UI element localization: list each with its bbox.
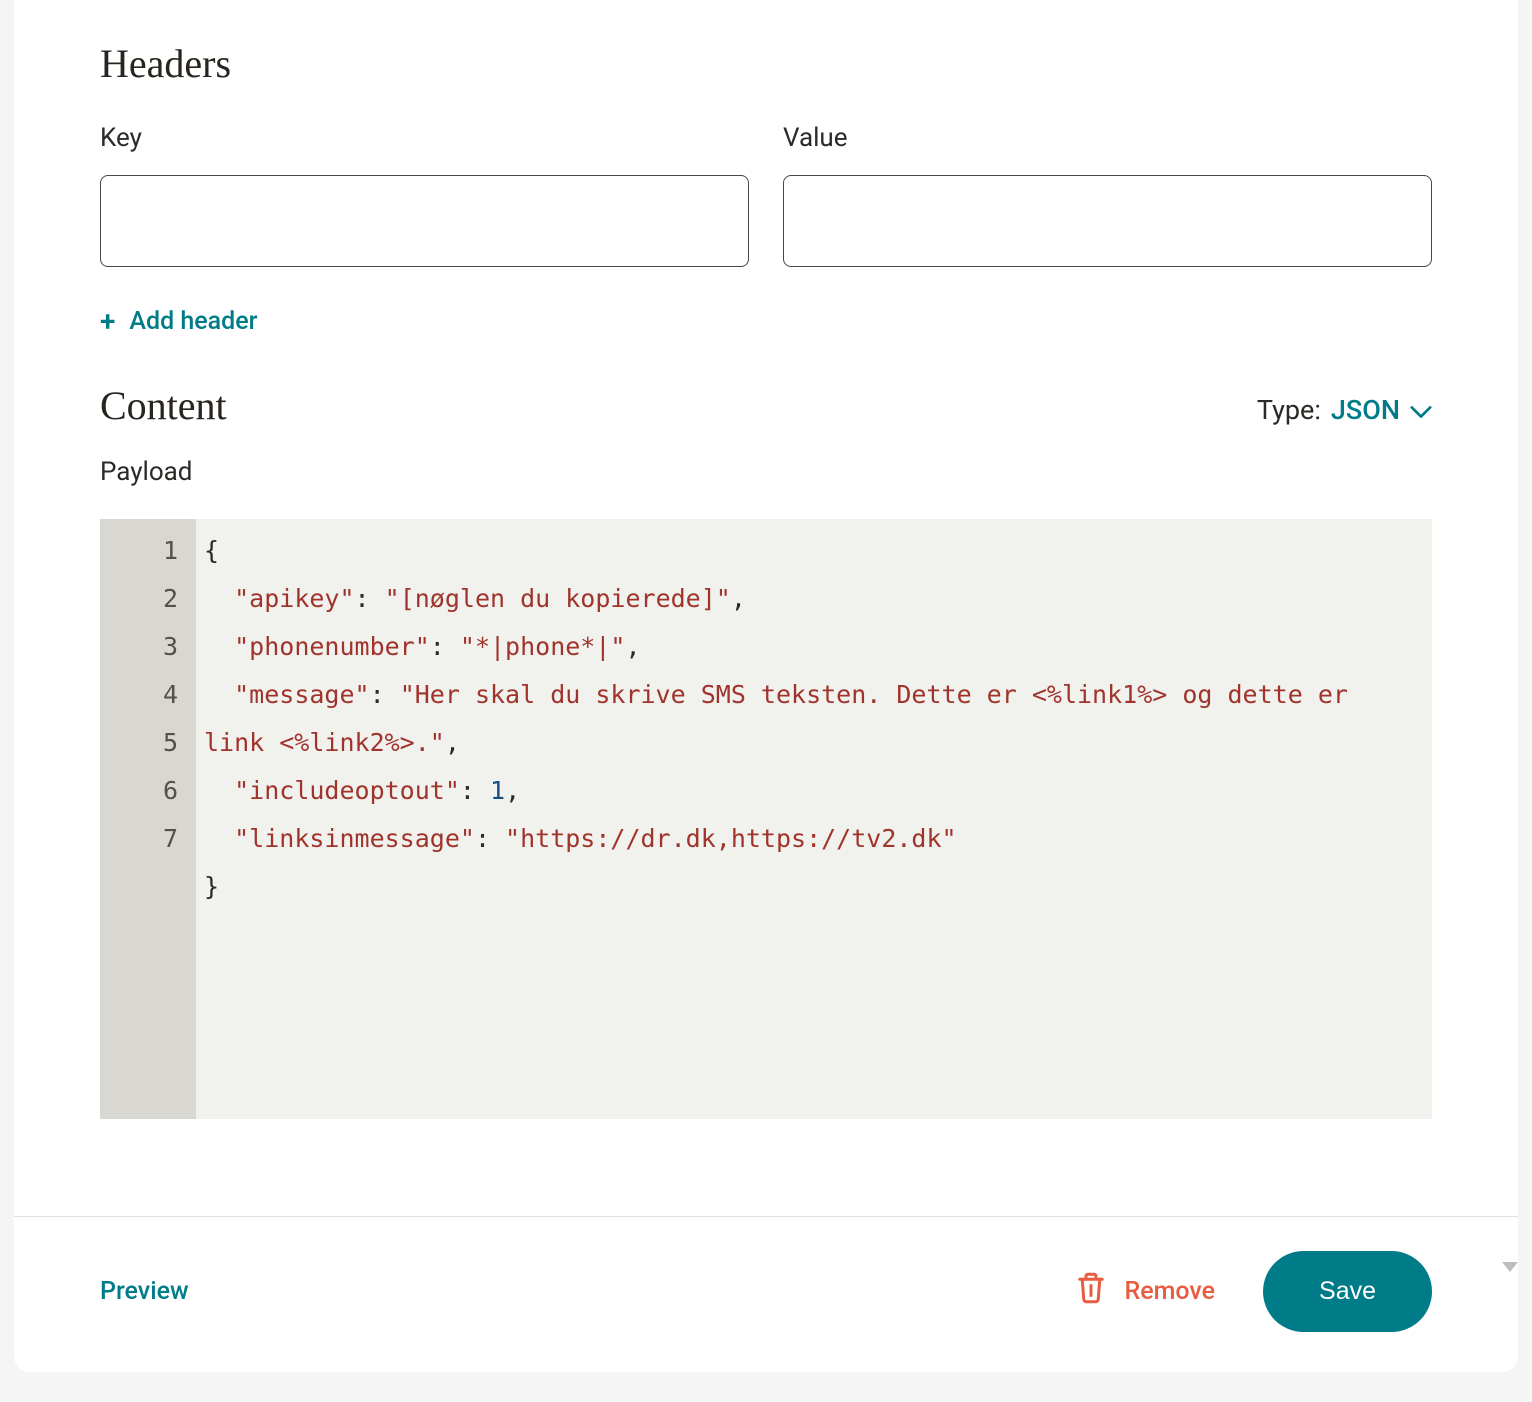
headers-title: Headers [100, 40, 1432, 87]
code-line: "apikey": "[nøglen du kopierede]", [204, 575, 1420, 623]
editor-gutter: 1234567 [100, 519, 196, 1119]
headers-row: Key Value [100, 123, 1432, 267]
footer-right: Remove Save [1076, 1251, 1432, 1332]
code-line: "message": "Her skal du skrive SMS tekst… [204, 671, 1420, 767]
payload-editor[interactable]: 1234567 { "apikey": "[nøglen du kopiered… [100, 519, 1432, 1119]
settings-panel: Headers Key Value + Add header Content T… [14, 0, 1518, 1372]
gutter-line: 5 [100, 719, 184, 767]
trash-icon [1076, 1271, 1106, 1312]
gutter-line: 6 [100, 767, 184, 815]
add-header-label: Add header [129, 307, 257, 336]
gutter-line: 3 [100, 623, 184, 671]
gutter-line: 4 [100, 671, 184, 719]
code-line: "includeoptout": 1, [204, 767, 1420, 815]
save-button[interactable]: Save [1263, 1251, 1432, 1332]
gutter-line: 1 [100, 527, 184, 575]
content-title: Content [100, 382, 227, 429]
scroll-down-indicator[interactable] [1502, 1262, 1518, 1272]
key-column: Key [100, 123, 749, 267]
key-label: Key [100, 123, 749, 153]
gutter-line: 2 [100, 575, 184, 623]
code-line: } [204, 863, 1420, 911]
value-label: Value [783, 123, 1432, 153]
content-type-selector[interactable]: Type: JSON [1257, 394, 1432, 426]
header-key-input[interactable] [100, 175, 749, 267]
code-line: "phonenumber": "*|phone*|", [204, 623, 1420, 671]
payload-label: Payload [100, 457, 1432, 487]
header-value-input[interactable] [783, 175, 1432, 267]
code-line: { [204, 527, 1420, 575]
remove-button[interactable]: Remove [1076, 1271, 1215, 1312]
chevron-down-icon [1410, 405, 1432, 419]
editor-code-lines[interactable]: { "apikey": "[nøglen du kopierede]", "ph… [196, 519, 1432, 1119]
code-line: "linksinmessage": "https://dr.dk,https:/… [204, 815, 1420, 863]
plus-icon: + [100, 308, 115, 336]
add-header-button[interactable]: + Add header [100, 307, 257, 336]
remove-label: Remove [1124, 1277, 1215, 1306]
value-column: Value [783, 123, 1432, 267]
preview-button[interactable]: Preview [100, 1277, 189, 1306]
gutter-line: 7 [100, 815, 184, 863]
content-header-row: Content Type: JSON [100, 336, 1432, 457]
type-label: Type: [1257, 394, 1321, 426]
footer-left: Preview [100, 1277, 189, 1306]
content-area: Headers Key Value + Add header Content T… [100, 0, 1432, 1216]
footer: Preview Remove Save [14, 1216, 1518, 1372]
type-value: JSON [1331, 394, 1400, 426]
